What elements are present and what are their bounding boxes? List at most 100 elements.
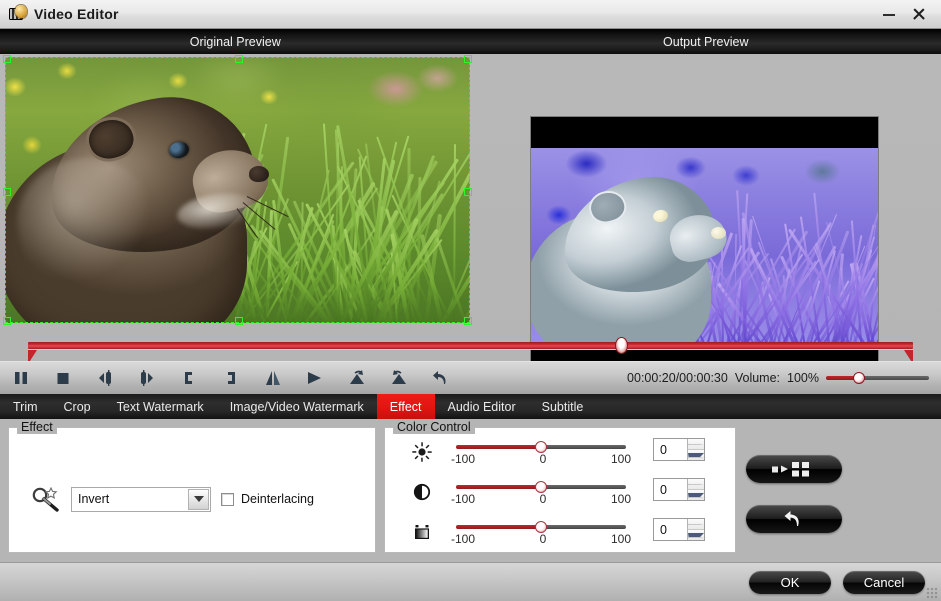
- set-end-time-button[interactable]: [210, 363, 252, 393]
- effect-dropdown[interactable]: Invert: [71, 487, 211, 512]
- saturation-increment[interactable]: [687, 519, 704, 530]
- rotate-left-button[interactable]: [336, 363, 378, 393]
- flip-vertical-button[interactable]: [294, 363, 336, 393]
- tab-content-effect: Effect Invert: [0, 419, 941, 562]
- brightness-increment[interactable]: [687, 439, 704, 450]
- output-preview-label: Output Preview: [471, 29, 941, 54]
- rotate-left-icon: [346, 369, 368, 387]
- volume-thumb[interactable]: [853, 372, 865, 384]
- saturation-decrement[interactable]: [687, 530, 704, 540]
- tab-audio-editor[interactable]: Audio Editor: [435, 394, 529, 419]
- color-control-group-legend: Color Control: [393, 420, 475, 434]
- deinterlacing-checkbox[interactable]: [221, 493, 234, 506]
- saturation-slider[interactable]: -1000100: [451, 516, 631, 550]
- contrast-increment[interactable]: [687, 479, 704, 490]
- brightness-sun-icon: [411, 441, 433, 463]
- contrast-track-right: [541, 485, 626, 489]
- minimize-icon[interactable]: [881, 6, 897, 22]
- brightness-stepper[interactable]: [687, 439, 704, 460]
- reset-button[interactable]: [746, 505, 842, 533]
- close-icon[interactable]: [911, 6, 927, 22]
- window-controls: [881, 6, 941, 22]
- deinterlacing-checkbox-row[interactable]: Deinterlacing: [221, 492, 314, 506]
- contrast-ticks: -100 0 100: [451, 492, 631, 506]
- pause-button[interactable]: [0, 363, 42, 393]
- brightness-max-label: 100: [611, 452, 631, 466]
- tab-subtitle[interactable]: Subtitle: [529, 394, 597, 419]
- saturation-gradient-icon: [411, 521, 433, 543]
- tab-trim[interactable]: Trim: [0, 394, 51, 419]
- timeline-scrubber[interactable]: [0, 331, 941, 361]
- bracket-right-icon: [222, 369, 240, 387]
- undo-button[interactable]: [420, 363, 462, 393]
- video-reel-icon: [9, 5, 27, 23]
- triangle-up-icon: [688, 524, 704, 525]
- color-control-row-brightness: -1000100 0: [385, 436, 737, 476]
- saturation-value-input[interactable]: 0: [653, 518, 705, 541]
- contrast-decrement[interactable]: [687, 490, 704, 500]
- flip-horizontal-icon: [263, 369, 283, 387]
- effect-group: Effect Invert: [8, 427, 376, 553]
- tab-effect[interactable]: Effect: [377, 394, 435, 419]
- saturation-value: 0: [654, 523, 667, 537]
- triangle-down-icon: [688, 533, 704, 538]
- stop-icon: [54, 369, 72, 387]
- undo-arrow-icon: [431, 369, 451, 387]
- scrubber-thumb[interactable]: [615, 337, 628, 354]
- set-start-time-button[interactable]: [168, 363, 210, 393]
- dialog-footer: OK Cancel: [0, 562, 941, 601]
- video-editor-window: Video Editor Original Preview Output Pre…: [0, 0, 941, 600]
- tab-image-video-watermark[interactable]: Image/Video Watermark: [217, 394, 377, 419]
- window-resize-grip[interactable]: [926, 587, 938, 599]
- effect-dropdown-arrow[interactable]: [188, 489, 209, 510]
- inverted-marmot-subject: [531, 177, 740, 345]
- previous-frame-icon: [93, 369, 117, 387]
- volume-track-empty: [859, 376, 929, 380]
- contrast-max-label: 100: [611, 492, 631, 506]
- effect-row: Invert Deinterlacing: [31, 486, 314, 512]
- scrubber-track[interactable]: [28, 342, 913, 349]
- contrast-slider[interactable]: -100 0 100: [451, 476, 631, 510]
- brightness-value: 0: [654, 443, 667, 457]
- saturation-mid-label: 0: [540, 532, 547, 546]
- rotate-right-icon: [388, 369, 410, 387]
- magic-wand-icon: [31, 486, 61, 512]
- reset-undo-icon: [783, 509, 805, 529]
- previous-frame-button[interactable]: [84, 363, 126, 393]
- rotate-right-button[interactable]: [378, 363, 420, 393]
- contrast-value-input[interactable]: 0: [653, 478, 705, 501]
- stop-button[interactable]: [42, 363, 84, 393]
- cancel-button[interactable]: Cancel: [843, 571, 925, 594]
- contrast-value: 0: [654, 483, 667, 497]
- next-frame-button[interactable]: [126, 363, 168, 393]
- saturation-track-left: [456, 525, 541, 529]
- apply-to-all-icon: [771, 461, 817, 477]
- flip-vertical-icon: [305, 369, 325, 387]
- flip-horizontal-button[interactable]: [252, 363, 294, 393]
- color-control-row-contrast: -100 0 100 0: [385, 476, 737, 516]
- saturation-min-label: -100: [451, 532, 475, 546]
- color-control-row-saturation: -10001000: [385, 516, 737, 556]
- marmot-subject: [5, 98, 287, 323]
- next-frame-icon: [135, 369, 159, 387]
- tab-crop[interactable]: Crop: [51, 394, 104, 419]
- contrast-min-label: -100: [451, 492, 475, 506]
- apply-to-all-button[interactable]: [746, 455, 842, 483]
- contrast-stepper[interactable]: [687, 479, 704, 500]
- volume-slider[interactable]: [826, 371, 931, 385]
- volume-label: Volume:: [735, 371, 780, 385]
- original-preview-canvas[interactable]: [5, 57, 470, 323]
- brightness-slider[interactable]: -1000100: [451, 436, 631, 470]
- toolbar-right-group: 00:00:20/00:00:30 Volume: 100%: [627, 371, 941, 385]
- deinterlacing-label: Deinterlacing: [241, 492, 314, 506]
- brightness-value-input[interactable]: 0: [653, 438, 705, 461]
- original-preview-label: Original Preview: [0, 29, 471, 54]
- playback-toolbar: 00:00:20/00:00:30 Volume: 100%: [0, 361, 941, 395]
- saturation-stepper[interactable]: [687, 519, 704, 540]
- brightness-decrement[interactable]: [687, 450, 704, 460]
- tab-text-watermark[interactable]: Text Watermark: [104, 394, 217, 419]
- contrast-half-circle-icon: [411, 481, 433, 503]
- preview-headers: Original Preview Output Preview: [0, 29, 941, 54]
- contrast-mid-label: 0: [540, 492, 547, 506]
- ok-button[interactable]: OK: [749, 571, 831, 594]
